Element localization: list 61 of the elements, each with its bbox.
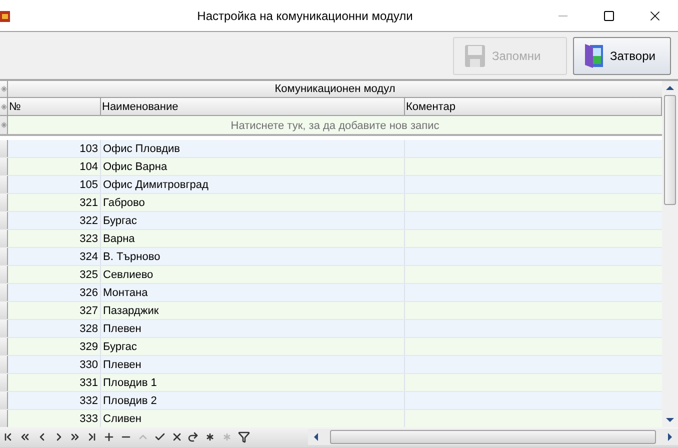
row-indicator[interactable] xyxy=(0,338,8,355)
table-cell: 321 xyxy=(8,194,101,211)
row-indicator[interactable] xyxy=(0,194,8,211)
table-cell: Офис Пловдив xyxy=(101,140,405,157)
table-cell: В. Търново xyxy=(101,248,405,265)
row-indicator[interactable] xyxy=(0,230,8,247)
table-cell: Плевен xyxy=(101,320,405,337)
table-cell: 103 xyxy=(8,140,101,157)
scroll-down-icon[interactable] xyxy=(665,416,675,424)
app-icon xyxy=(0,8,10,22)
row-indicator[interactable] xyxy=(0,248,8,265)
table-cell: Пазарджик xyxy=(101,302,405,319)
table-cell: 104 xyxy=(8,158,101,175)
table-cell: Бургас xyxy=(101,338,405,355)
table-cell: 332 xyxy=(8,392,101,409)
table-cell: Пловдив 2 xyxy=(101,392,405,409)
door-icon xyxy=(584,42,604,68)
table-cell: 329 xyxy=(8,338,101,355)
row-indicator[interactable] xyxy=(0,356,8,373)
band-header: Комуникационен модул xyxy=(274,82,396,97)
table-cell: 327 xyxy=(8,302,101,319)
table-cell: 330 xyxy=(8,356,101,373)
scroll-right-icon[interactable] xyxy=(666,432,674,442)
row-indicator[interactable] xyxy=(0,284,8,301)
horizontal-scrollbar[interactable] xyxy=(308,429,678,445)
table-cell: Пловдив 1 xyxy=(101,374,405,391)
column-header[interactable]: № xyxy=(8,98,101,115)
table-cell: 105 xyxy=(8,176,101,193)
vertical-scrollbar[interactable] xyxy=(662,81,678,427)
row-indicator[interactable] xyxy=(0,140,8,157)
table-cell: 322 xyxy=(8,212,101,229)
table-cell: 323 xyxy=(8,230,101,247)
row-indicator[interactable] xyxy=(0,158,8,175)
row-indicator[interactable] xyxy=(0,374,8,391)
row-indicator[interactable] xyxy=(0,302,8,319)
table-cell: 331 xyxy=(8,374,101,391)
window-title: Настройка на комуникационни модули xyxy=(196,8,414,24)
table-cell: Офис Варна xyxy=(101,158,405,175)
table-cell: Габрово xyxy=(101,194,405,211)
table-cell: Монтана xyxy=(101,284,405,301)
table-cell: Офис Димитровград xyxy=(101,176,405,193)
table-cell: 324 xyxy=(8,248,101,265)
row-indicator[interactable] xyxy=(0,320,8,337)
table-cell: Севлиево xyxy=(101,266,405,283)
column-header[interactable]: Наименование xyxy=(101,98,405,115)
table-cell: Бургас xyxy=(101,212,405,229)
table-cell: 328 xyxy=(8,320,101,337)
row-indicator[interactable] xyxy=(0,212,8,229)
table-cell: Варна xyxy=(101,230,405,247)
scroll-up-icon[interactable] xyxy=(665,84,675,92)
filter-icon[interactable] xyxy=(236,429,252,445)
close-button[interactable]: Затвори xyxy=(573,36,671,74)
scroll-left-icon[interactable] xyxy=(312,432,320,442)
row-indicator[interactable] xyxy=(0,176,8,193)
table-cell: Плевен xyxy=(101,356,405,373)
row-indicator[interactable] xyxy=(0,266,8,283)
scroll-thumb[interactable] xyxy=(664,95,676,205)
table-cell: 326 xyxy=(8,284,101,301)
row-indicator[interactable] xyxy=(0,392,8,409)
scroll-thumb[interactable] xyxy=(330,430,656,444)
table-cell: 325 xyxy=(8,266,101,283)
